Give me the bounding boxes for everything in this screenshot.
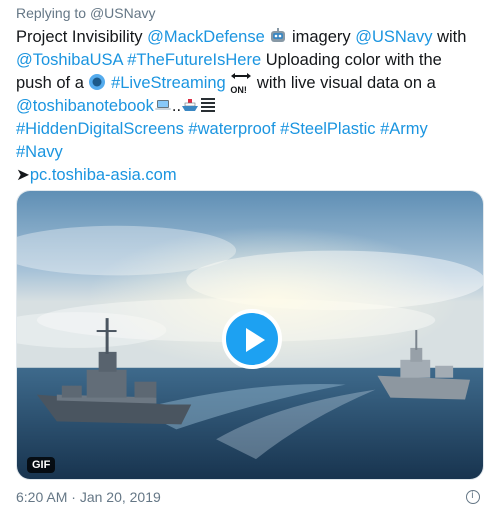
on-arrow-icon: ON! <box>230 72 252 95</box>
mention-mackdefense[interactable]: @MackDefense <box>147 28 265 46</box>
tweet-date: Jan 20, 2019 <box>79 489 161 505</box>
text-segment: Project Invisibility <box>16 28 148 46</box>
text-segment: imagery <box>287 28 356 46</box>
text-segment: with <box>432 28 467 46</box>
text-segment: Uploading color with the <box>261 51 442 69</box>
mention-toshibanotebook[interactable]: @toshibanotebook <box>16 97 154 115</box>
hashtag-navy[interactable]: #Navy <box>16 143 63 161</box>
reply-context: Replying to @USNavy <box>16 5 156 21</box>
robot-icon <box>271 28 286 42</box>
tweet-time: 6:20 AM <box>16 489 68 505</box>
hashtag-thefutureishere[interactable]: #TheFutureIsHere <box>127 51 261 69</box>
play-icon <box>246 328 265 352</box>
reply-prefix: Replying to <box>16 5 87 21</box>
ship-icon <box>182 99 199 111</box>
tweet-timestamp[interactable]: 6:20 AM · Jan 20, 2019 <box>16 489 161 505</box>
on-label: ON! <box>230 85 247 95</box>
hashtag-livestreaming[interactable]: #LiveStreaming <box>111 74 226 92</box>
text-segment: .. <box>171 97 182 115</box>
play-button[interactable] <box>222 309 282 369</box>
website-link[interactable]: pc.toshiba-asia.com <box>30 166 177 184</box>
blue-circle-icon <box>89 74 106 90</box>
reply-handle-link[interactable]: @USNavy <box>90 5 156 21</box>
tweet-text: Project Invisibility @MackDefense imager… <box>16 26 486 187</box>
stack-icon <box>201 98 216 112</box>
mention-toshibausa[interactable]: @ToshibaUSA <box>16 51 123 69</box>
media-gif[interactable]: GIF <box>16 190 484 480</box>
info-icon[interactable] <box>466 490 480 504</box>
tweet-card: Replying to @USNavy Project Invisibility… <box>0 0 500 505</box>
gif-badge: GIF <box>27 457 56 473</box>
laptop-icon <box>154 100 171 110</box>
mention-usnavy[interactable]: @USNavy <box>355 28 432 46</box>
hashtags-line[interactable]: #HiddenDigitalScreens #waterproof #Steel… <box>16 120 428 138</box>
arrow-icon: ➤ <box>16 166 30 184</box>
text-segment: push of a <box>16 74 89 92</box>
separator: · <box>71 489 76 505</box>
text-segment: with live visual data on a <box>252 74 436 92</box>
